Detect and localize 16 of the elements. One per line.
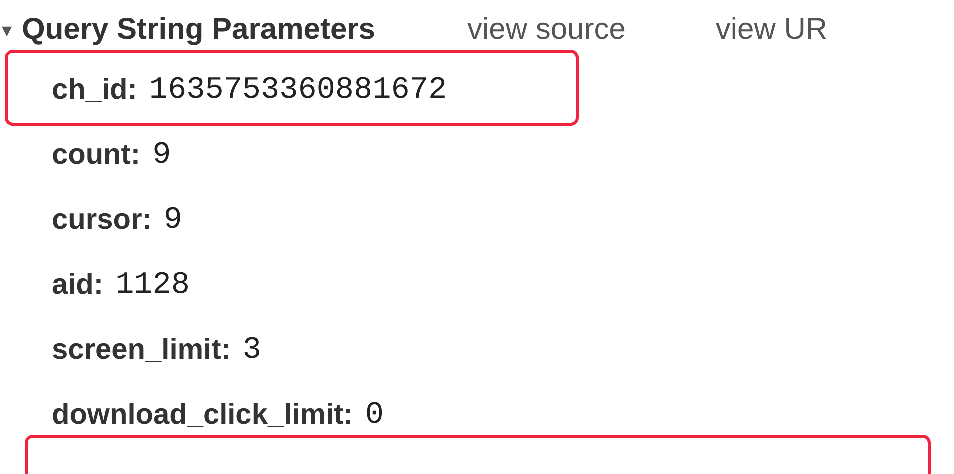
param-name: cursor: [52, 204, 152, 237]
param-value: 0 [365, 398, 384, 433]
view-link[interactable]: view UR [716, 13, 828, 47]
view-link[interactable]: view source [467, 13, 626, 47]
param-value: 9 [164, 203, 183, 238]
param-name: aid: [52, 269, 104, 302]
param-name: ch_id: [52, 74, 138, 107]
param-name: count: [52, 139, 141, 172]
param-name: download_click_limit: [52, 399, 354, 432]
param-value: 1128 [116, 268, 190, 303]
param-value: 9 [152, 138, 172, 173]
param-value: 3 [242, 333, 262, 368]
param-value: 1635753360881672 [149, 73, 448, 108]
param-name: screen_limit: [52, 334, 231, 367]
disclosure-triangle-icon[interactable]: ▾ [2, 18, 22, 42]
section-title: Query String Parameters [22, 13, 376, 47]
